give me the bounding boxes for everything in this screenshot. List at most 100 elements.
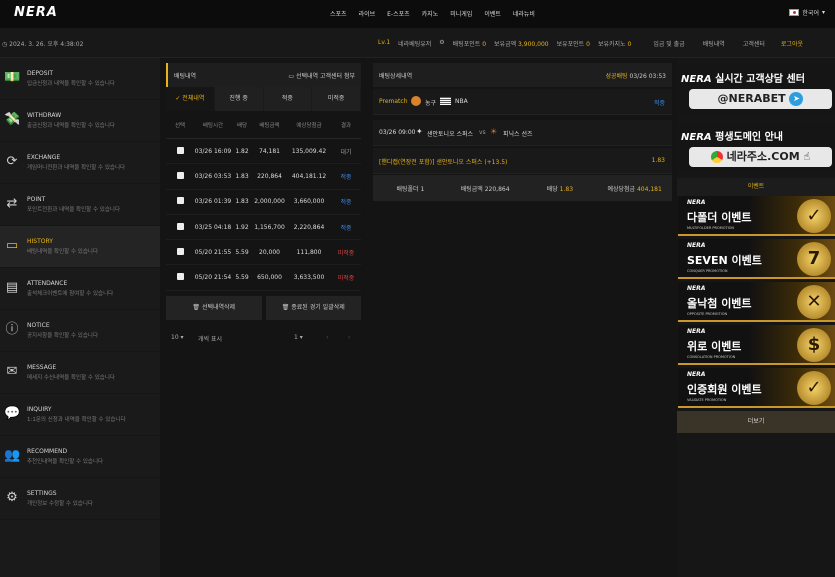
sidebar-item-notice[interactable]: ⓘ NOTICE 공지사항을 확인할 수 있습니다	[0, 310, 160, 352]
detail-teams-row: 03/26 09:00 ✦ 샌안토니오 스퍼스 vs ☀ 피닉스 선즈	[373, 120, 672, 146]
folder-icon: ▭	[5, 238, 19, 253]
menu-item-minigame[interactable]: 미니게임	[450, 9, 472, 18]
sidebar-item-message[interactable]: ✉ MESSAGE 메세지 수신내역을 확인할 수 있습니다	[0, 352, 160, 394]
row-checkbox[interactable]	[176, 273, 184, 281]
table-row[interactable]: 05/20 21:54 5.59 650,000 3,633,500 미적중	[166, 265, 361, 291]
league-name: NBA	[455, 98, 468, 105]
delete-selected-button[interactable]: 🗑 선택내역삭제	[166, 295, 262, 320]
logout-link[interactable]: 로그아웃	[781, 39, 803, 48]
sidebar-item-point[interactable]: ⇄ POINT 포인트전환과 내역을 확인할 수 있습니다	[0, 184, 160, 226]
bet-history-link[interactable]: 배팅내역	[703, 39, 725, 48]
sidebar-item-desc: 입금신청과 내역을 확인할 수 있습니다	[27, 81, 115, 87]
event-brand: NERA	[687, 328, 706, 335]
menu-item-news[interactable]: 네라뉴비	[513, 9, 535, 18]
row-checkbox[interactable]	[176, 171, 184, 179]
tab-won[interactable]: 적중	[263, 87, 312, 111]
sidebar-item-withdraw[interactable]: 💸 WITHDRAW 출금신청과 내역을 확인할 수 있습니다	[0, 100, 160, 142]
row-time: 03/25 04:18	[194, 223, 232, 231]
sidebar-item-desc: 출석체크이벤트에 참여할 수 있습니다	[27, 291, 114, 297]
site-logo[interactable]: NERA	[14, 5, 58, 20]
delete-finished-button[interactable]: 🗑 종료된 경기 일괄삭제	[265, 295, 361, 320]
page-size-select[interactable]: 10 ▾	[171, 334, 184, 341]
domain-pill[interactable]: 네라주소.COM ☝	[689, 147, 832, 167]
row-result: 적중	[340, 173, 352, 181]
language-selector[interactable]: 한국어 ▾	[789, 8, 825, 17]
table-row[interactable]: 03/26 16:09 1.82 74,181 135,009.42 대기	[166, 139, 361, 165]
row-checkbox[interactable]	[176, 222, 184, 230]
sidebar-item-desc: 배팅내역을 확인할 수 있습니다	[27, 249, 99, 255]
detail-summary: 배팅폴더 1 배팅금액 220,864 배당 1.83 예상당첨금 404,18…	[373, 175, 672, 201]
sidebar-item-inquiry[interactable]: 💬 INQUIRY 1:1문의 신청과 내역을 확인할 수 있습니다	[0, 394, 160, 436]
event-banner[interactable]: NERA 인증회원 이벤트 VALIDATE PROMOTION ✓	[678, 368, 835, 408]
sidebar-item-deposit[interactable]: 💵 DEPOSIT 입금신청과 내역을 확인할 수 있습니다	[0, 58, 160, 100]
table-row[interactable]: 05/20 21:55 5.59 20,000 111,800 미적중	[166, 240, 361, 266]
gear-icon[interactable]: ⚙	[439, 39, 444, 48]
event-banner[interactable]: NERA 다폴더 이벤트 MULTIFOLDER PROMOTION ✓	[678, 196, 835, 236]
row-select-cell	[166, 247, 194, 257]
away-team-logo-icon: ☀	[490, 127, 498, 136]
support-link[interactable]: 고객센터	[743, 39, 765, 48]
sidebar-item-title: RECOMMEND	[27, 448, 68, 455]
prev-page-button[interactable]: ‹	[326, 334, 328, 341]
folder-label: 배팅폴더	[396, 185, 419, 193]
row-odds: 5.59	[235, 274, 249, 282]
versus-text: vs	[479, 129, 486, 136]
menu-item-casino[interactable]: 카지노	[422, 9, 439, 18]
sidebar-item-settings[interactable]: ⚙ SETTINGS 개인정보 수정할 수 있습니다	[0, 478, 160, 520]
table-row[interactable]: 03/26 01:39 1.83 2,000,000 3,660,000 적중	[166, 190, 361, 215]
history-actions: 🗑 선택내역삭제 🗑 종료된 경기 일괄삭제	[166, 295, 361, 320]
menu-item-sports[interactable]: 스포츠	[330, 9, 347, 18]
event-name: 인증회원 이벤트	[687, 383, 762, 396]
deposit-withdraw-link[interactable]: 입금 및 출금	[653, 39, 684, 48]
tab-all[interactable]: ✓ 전체내역	[166, 87, 214, 111]
sidebar-item-title: POINT	[27, 196, 46, 203]
event-banner[interactable]: NERA 위로 이벤트 CONSOLATION PROMOTION $	[678, 325, 835, 365]
attach-to-support-button[interactable]: ▭ 선택내역 고객센터 첨부	[288, 71, 355, 80]
basketball-icon	[411, 96, 421, 106]
sidebar-item-history[interactable]: ▭ HISTORY 배팅내역을 확인할 수 있습니다	[0, 226, 160, 268]
sidebar-item-attendance[interactable]: ▤ ATTENDANCE 출석체크이벤트에 참여할 수 있습니다	[0, 268, 160, 310]
row-checkbox[interactable]	[176, 247, 184, 255]
sidebar-item-exchange[interactable]: ⟳ EXCHANGE 게임머니전환과 내역을 확인할 수 있습니다	[0, 142, 160, 184]
seven-icon: 7	[797, 242, 831, 276]
right-panel: NERA 실시간 고객상담 센터 @NERABET ➤ NERA 평생도메인 안…	[677, 58, 835, 577]
table-row[interactable]: 03/26 03:53 1.83 220,864 404,181.12 적중	[166, 164, 361, 190]
detail-match-row: Prematch 농구 NBA 적중	[373, 89, 672, 115]
sidebar-item-recommend[interactable]: 👥 RECOMMEND 추천인내역을 확인할 수 있습니다	[0, 436, 160, 478]
menu-item-live[interactable]: 라이브	[359, 9, 376, 18]
row-odds: 1.83	[235, 198, 249, 206]
row-result: 대기	[340, 148, 352, 156]
menu-item-event[interactable]: 이벤트	[484, 9, 501, 18]
domain-banner[interactable]: NERA 평생도메인 안내 네라주소.COM ☝	[677, 122, 835, 172]
market-text: [핸디캡(연장전 포함)] 샌안토니오 스퍼스 (+13.5)	[379, 159, 508, 166]
match-type: Prematch	[379, 98, 408, 105]
row-expected-win: 3,633,500	[293, 274, 325, 282]
sidebar-item-desc: 메세지 수신내역을 확인할 수 있습니다	[27, 375, 115, 381]
history-header: 배팅내역 ▭ 선택내역 고객센터 첨부	[166, 63, 361, 87]
tab-in-progress[interactable]: 진행 중	[214, 87, 263, 111]
row-odds: 1.92	[235, 223, 249, 231]
event-banner[interactable]: NERA SEVEN 이벤트 CONQUER PROMOTION 7	[678, 239, 835, 279]
page-select[interactable]: 1 ▾	[294, 334, 303, 341]
user-gear-icon: ⚙	[6, 490, 18, 505]
tab-lost[interactable]: 미적중	[312, 87, 360, 111]
menu-item-esports[interactable]: E-스포츠	[387, 9, 410, 18]
row-select-cell	[166, 197, 194, 206]
telegram-pill[interactable]: @NERABET ➤	[689, 89, 832, 109]
user-level: Lv.1	[378, 39, 391, 46]
row-checkbox[interactable]	[176, 197, 184, 205]
event-subtitle: OPPOSITE PROMOTION	[687, 312, 728, 316]
row-checkbox[interactable]	[176, 146, 184, 154]
row-expected-win: 135,009.42	[291, 147, 327, 155]
table-row[interactable]: 03/25 04:18 1.92 1,156,700 2,220,864 적중	[166, 215, 361, 241]
tab-all-label: 전체내역	[182, 95, 205, 102]
top-navigation: NERA 스포츠 라이브 E-스포츠 카지노 미니게임 이벤트 네라뉴비 한국어…	[0, 0, 835, 28]
sidebar-item-desc: 1:1문의 신청과 내역을 확인할 수 있습니다	[27, 417, 126, 423]
sidebar-item-desc: 개인정보 수정할 수 있습니다	[27, 501, 93, 507]
events-more-button[interactable]: 더보기	[677, 411, 835, 433]
next-page-button[interactable]: ›	[348, 334, 350, 341]
event-banner[interactable]: NERA 올낙첨 이벤트 OPPOSITE PROMOTION ✕	[678, 282, 835, 322]
row-expected-win: 2,220,864	[293, 223, 325, 231]
support-banner[interactable]: NERA 실시간 고객상담 센터 @NERABET ➤	[677, 64, 835, 114]
page-size-value: 10	[171, 333, 179, 341]
